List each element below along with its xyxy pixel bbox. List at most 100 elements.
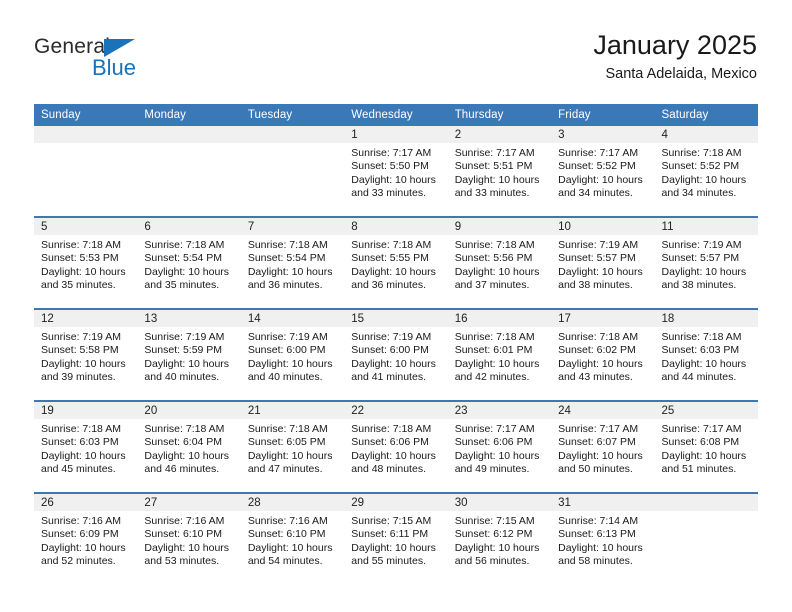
- daylight-text: Daylight: 10 hours: [351, 449, 436, 462]
- daylight-text: and 53 minutes.: [144, 555, 220, 568]
- calendar-day-cell[interactable]: 6 Sunrise: 7:18 AM Sunset: 5:54 PM Daylight…: [137, 216, 241, 309]
- calendar-day-cell[interactable]: 25 Sunrise: 7:17 AM Sunset: 6:08 PM Dayligh…: [654, 400, 758, 493]
- day-sun-info: Sunrise: 7:17 AM Sunset: 5:51 PM Daylight:…: [448, 143, 551, 201]
- daylight-text: and 38 minutes.: [661, 279, 737, 292]
- calendar-day-cell[interactable]: 3 Sunrise: 7:17 AM Sunset: 5:52 PM Daylight…: [551, 126, 655, 217]
- day-number: 17: [551, 310, 655, 327]
- daylight-text: Daylight: 10 hours: [351, 541, 436, 554]
- sunrise-text: Sunrise: 7:18 AM: [661, 331, 742, 343]
- calendar-day-cell[interactable]: 4 Sunrise: 7:18 AM Sunset: 5:52 PM Daylight…: [654, 126, 758, 217]
- day-sun-info: Sunrise: 7:17 AM Sunset: 5:50 PM Daylight:…: [344, 143, 447, 201]
- day-cell-inner: 26 Sunrise: 7:16 AM Sunset: 6:09 PM Dayligh…: [34, 494, 138, 582]
- page-title: January 2025: [593, 30, 757, 60]
- calendar-day-cell[interactable]: 21 Sunrise: 7:18 AM Sunset: 6:05 PM Dayligh…: [240, 400, 345, 493]
- weekday-header-tuesday: Tuesday: [240, 104, 345, 126]
- sunrise-text: Sunrise: 7:18 AM: [144, 239, 225, 251]
- calendar-day-cell[interactable]: 10 Sunrise: 7:19 AM Sunset: 5:57 PM Dayligh…: [551, 216, 655, 309]
- day-cell-inner: 16 Sunrise: 7:18 AM Sunset: 6:01 PM Dayligh…: [447, 310, 552, 398]
- daylight-text: and 35 minutes.: [41, 279, 116, 292]
- calendar-day-cell[interactable]: 31 Sunrise: 7:14 AM Sunset: 6:13 PM Dayligh…: [551, 492, 655, 584]
- calendar-day-cell[interactable]: 7 Sunrise: 7:18 AM Sunset: 5:54 PM Daylight…: [240, 216, 345, 309]
- day-number: 11: [654, 218, 758, 235]
- calendar-day-cell[interactable]: 16 Sunrise: 7:18 AM Sunset: 6:01 PM Dayligh…: [447, 308, 552, 401]
- calendar-day-cell[interactable]: 5 Sunrise: 7:18 AM Sunset: 5:53 PM Daylight…: [34, 216, 138, 309]
- day-sun-info: Sunrise: 7:19 AM Sunset: 6:00 PM Daylight:…: [241, 327, 344, 385]
- sunrise-text: Sunrise: 7:18 AM: [247, 423, 328, 435]
- calendar-day-cell[interactable]: 14 Sunrise: 7:19 AM Sunset: 6:00 PM Dayligh…: [240, 308, 345, 401]
- calendar-day-cell[interactable]: 12 Sunrise: 7:19 AM Sunset: 5:58 PM Dayligh…: [34, 308, 138, 401]
- calendar-day-cell[interactable]: 15 Sunrise: 7:19 AM Sunset: 6:00 PM Dayligh…: [344, 308, 448, 401]
- day-sun-info: Sunrise: 7:18 AM Sunset: 6:05 PM Daylight:…: [241, 419, 344, 477]
- day-cell-inner: 2 Sunrise: 7:17 AM Sunset: 5:51 PM Daylight…: [447, 126, 552, 214]
- calendar-body: 1 Sunrise: 7:17 AM Sunset: 5:50 PM Daylight…: [34, 126, 758, 584]
- day-number: [34, 126, 138, 143]
- calendar-day-cell[interactable]: 26 Sunrise: 7:16 AM Sunset: 6:09 PM Dayligh…: [34, 492, 138, 584]
- calendar-day-cell[interactable]: 28 Sunrise: 7:16 AM Sunset: 6:10 PM Dayligh…: [240, 492, 345, 584]
- day-number: 25: [654, 402, 758, 419]
- logo-text-blue: Blue: [92, 55, 137, 80]
- calendar-day-cell[interactable]: 27 Sunrise: 7:16 AM Sunset: 6:10 PM Dayligh…: [137, 492, 241, 584]
- daylight-text: and 42 minutes.: [454, 371, 530, 384]
- day-sun-info: Sunrise: 7:19 AM Sunset: 6:00 PM Daylight:…: [344, 327, 447, 385]
- day-cell-inner: 15 Sunrise: 7:19 AM Sunset: 6:00 PM Dayligh…: [344, 310, 448, 398]
- day-sun-info: Sunrise: 7:19 AM Sunset: 5:58 PM Daylight:…: [34, 327, 137, 385]
- calendar-week-row: 5 Sunrise: 7:18 AM Sunset: 5:53 PM Daylight…: [34, 216, 758, 309]
- calendar-day-cell[interactable]: 22 Sunrise: 7:18 AM Sunset: 6:06 PM Dayligh…: [344, 400, 448, 493]
- logo-text-general: General: [34, 35, 111, 58]
- sunrise-text: Sunrise: 7:18 AM: [454, 331, 535, 343]
- calendar-day-cell[interactable]: 18 Sunrise: 7:18 AM Sunset: 6:03 PM Dayligh…: [654, 308, 758, 401]
- general-blue-logo[interactable]: General Blue: [34, 36, 164, 86]
- day-sun-info: Sunrise: 7:14 AM Sunset: 6:13 PM Daylight:…: [551, 511, 654, 569]
- calendar-day-cell[interactable]: 29 Sunrise: 7:15 AM Sunset: 6:11 PM Dayligh…: [344, 492, 448, 584]
- calendar-day-cell[interactable]: 30 Sunrise: 7:15 AM Sunset: 6:12 PM Dayligh…: [447, 492, 552, 584]
- calendar-day-cell[interactable]: 2 Sunrise: 7:17 AM Sunset: 5:51 PM Daylight…: [447, 126, 552, 217]
- day-cell-inner: 4 Sunrise: 7:18 AM Sunset: 5:52 PM Daylight…: [654, 126, 758, 214]
- daylight-text: Daylight: 10 hours: [558, 173, 643, 186]
- calendar-day-cell[interactable]: 20 Sunrise: 7:18 AM Sunset: 6:04 PM Dayligh…: [137, 400, 241, 493]
- weekday-header-thursday: Thursday: [447, 104, 552, 126]
- day-number: 24: [551, 402, 655, 419]
- calendar-grid: Sunday Monday Tuesday Wednesday Thursday…: [34, 104, 758, 584]
- daylight-text: and 47 minutes.: [247, 463, 323, 476]
- sunset-text: Sunset: 5:52 PM: [558, 160, 636, 173]
- day-number: 28: [240, 494, 345, 511]
- sunrise-text: Sunrise: 7:18 AM: [247, 239, 328, 251]
- sunrise-text: Sunrise: 7:18 AM: [661, 147, 742, 159]
- daylight-text: and 36 minutes.: [247, 279, 323, 292]
- daylight-text: and 43 minutes.: [558, 371, 633, 384]
- calendar-day-cell[interactable]: 11 Sunrise: 7:19 AM Sunset: 5:57 PM Dayligh…: [654, 216, 758, 309]
- daylight-text: Daylight: 10 hours: [454, 541, 540, 554]
- day-number: [137, 126, 241, 143]
- day-cell-inner: 14 Sunrise: 7:19 AM Sunset: 6:00 PM Dayligh…: [240, 310, 345, 398]
- calendar-day-cell[interactable]: 23 Sunrise: 7:17 AM Sunset: 6:06 PM Dayligh…: [447, 400, 552, 493]
- sunset-text: Sunset: 6:00 PM: [351, 344, 429, 357]
- calendar-day-cell[interactable]: 17 Sunrise: 7:18 AM Sunset: 6:02 PM Dayligh…: [551, 308, 655, 401]
- sunset-text: Sunset: 5:58 PM: [41, 344, 119, 357]
- calendar-day-cell[interactable]: 13 Sunrise: 7:19 AM Sunset: 5:59 PM Dayligh…: [137, 308, 241, 401]
- day-cell-inner: 17 Sunrise: 7:18 AM Sunset: 6:02 PM Dayligh…: [551, 310, 655, 398]
- day-sun-info: Sunrise: 7:17 AM Sunset: 5:52 PM Daylight:…: [551, 143, 654, 201]
- day-cell-inner: 28 Sunrise: 7:16 AM Sunset: 6:10 PM Dayligh…: [240, 494, 345, 582]
- sunrise-text: Sunrise: 7:18 AM: [351, 239, 432, 251]
- calendar-day-cell[interactable]: 19 Sunrise: 7:18 AM Sunset: 6:03 PM Dayligh…: [34, 400, 138, 493]
- day-number: 19: [34, 402, 138, 419]
- calendar-day-cell[interactable]: 1 Sunrise: 7:17 AM Sunset: 5:50 PM Daylight…: [344, 126, 448, 217]
- calendar-day-cell[interactable]: 24 Sunrise: 7:17 AM Sunset: 6:07 PM Dayligh…: [551, 400, 655, 493]
- sunset-text: Sunset: 6:04 PM: [144, 436, 223, 449]
- day-sun-info: Sunrise: 7:15 AM Sunset: 6:11 PM Daylight:…: [344, 511, 447, 569]
- sunrise-text: Sunrise: 7:15 AM: [454, 515, 535, 527]
- sunrise-text: Sunrise: 7:17 AM: [454, 423, 535, 435]
- day-number: 26: [34, 494, 138, 511]
- sunrise-text: Sunrise: 7:18 AM: [351, 423, 432, 435]
- sunrise-text: Sunrise: 7:17 AM: [454, 147, 535, 159]
- day-sun-info: Sunrise: 7:18 AM Sunset: 5:54 PM Daylight:…: [241, 235, 344, 293]
- day-cell-inner: [137, 126, 241, 214]
- day-cell-inner: [240, 126, 345, 214]
- calendar-day-cell[interactable]: 9 Sunrise: 7:18 AM Sunset: 5:56 PM Daylight…: [447, 216, 552, 309]
- daylight-text: and 55 minutes.: [351, 555, 426, 568]
- day-sun-info: Sunrise: 7:19 AM Sunset: 5:57 PM Daylight:…: [655, 235, 758, 293]
- day-cell-inner: 8 Sunrise: 7:18 AM Sunset: 5:55 PM Daylight…: [344, 218, 448, 306]
- calendar-day-cell[interactable]: 8 Sunrise: 7:18 AM Sunset: 5:55 PM Daylight…: [344, 216, 448, 309]
- sunrise-text: Sunrise: 7:15 AM: [351, 515, 432, 527]
- sunset-text: Sunset: 5:51 PM: [454, 160, 533, 173]
